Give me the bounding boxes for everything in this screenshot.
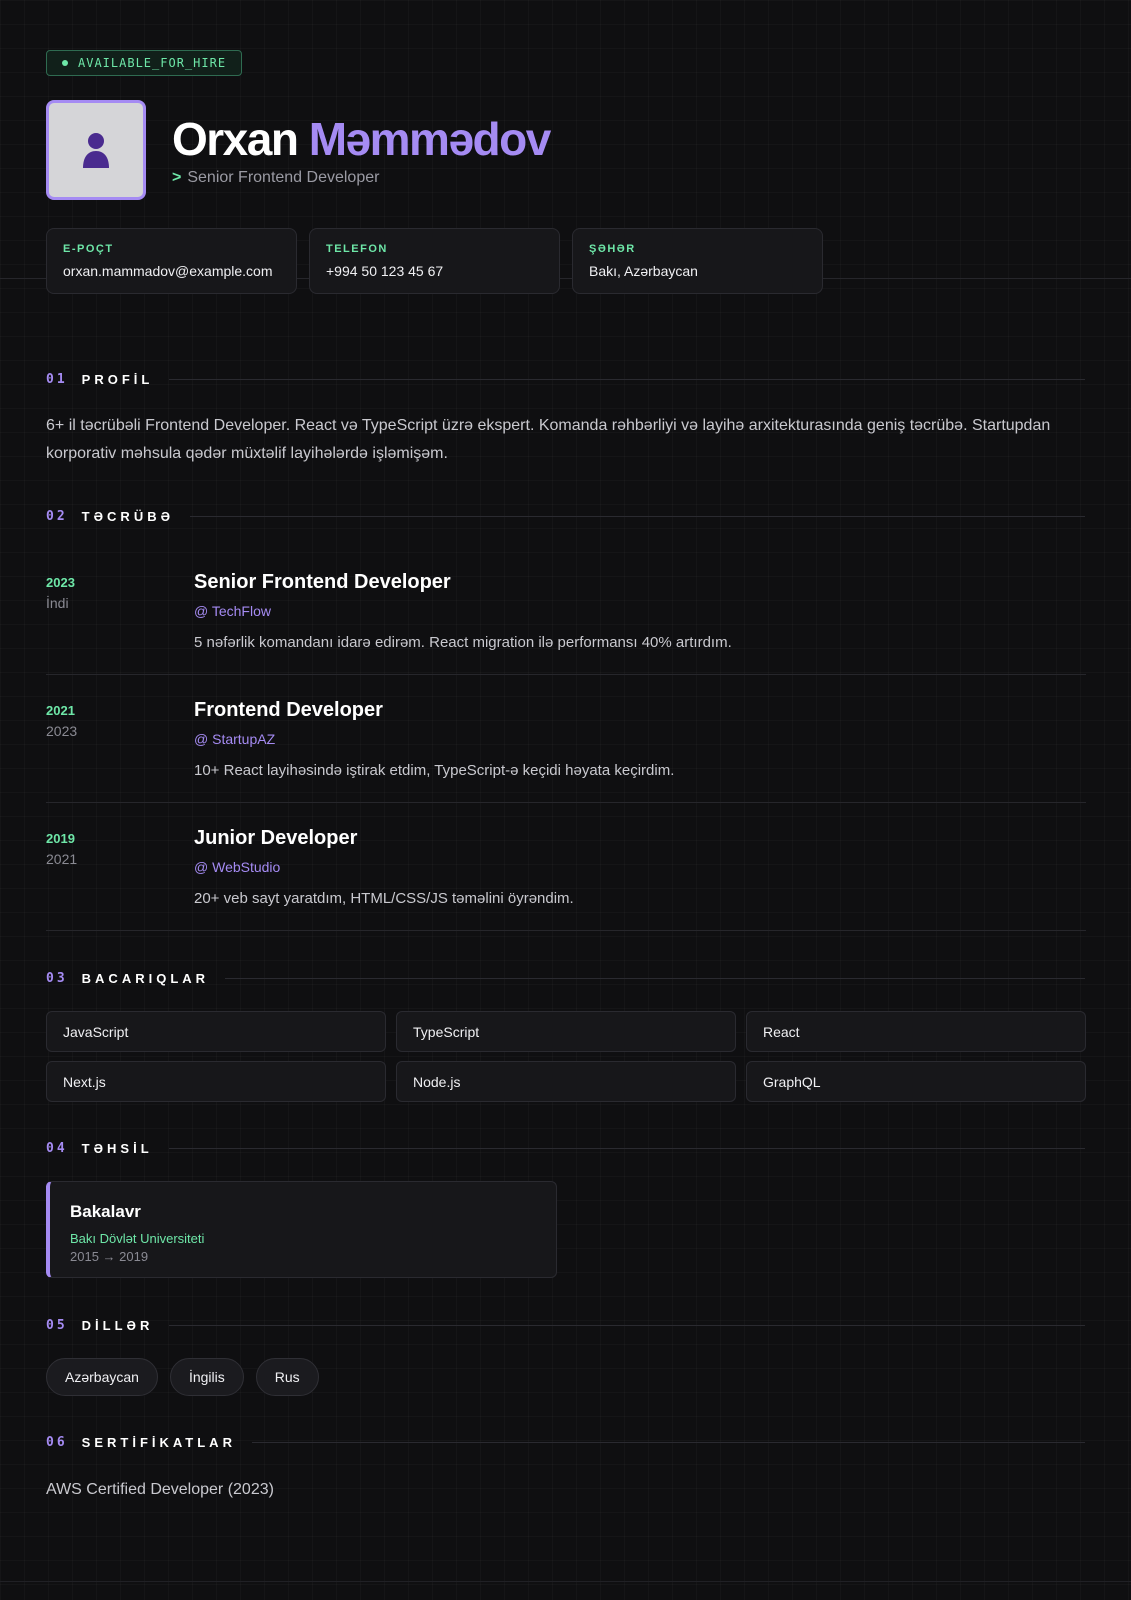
experience-start-year: 2019 (46, 831, 75, 846)
section-number: 02 (46, 509, 68, 524)
section-heading: TƏCRÜBƏ (81, 509, 175, 524)
contact-label: E-POÇT (63, 243, 114, 255)
experience-title: Senior Frontend Developer (194, 571, 451, 593)
section-heading: TƏHSİL (81, 1141, 153, 1156)
experience-description: 5 nəfərlik komandanı idarə edirəm. React… (194, 634, 732, 651)
section-title-languages: 05 DİLLƏR (46, 1318, 1085, 1333)
contact-phone[interactable]: TELEFON +994 50 123 45 67 (309, 228, 560, 294)
section-number: 01 (46, 372, 68, 387)
resume-page: AVAILABLE_FOR_HIRE Orxan Məmmədov > Senio… (0, 0, 1131, 1600)
section-divider (169, 1325, 1085, 1326)
contact-city: ŞƏHƏR Bakı, Azərbaycan (572, 228, 823, 294)
section-heading: BACARIQLAR (81, 971, 210, 986)
full-name: Orxan Məmmədov (172, 113, 552, 165)
experience-start-year: 2021 (46, 703, 75, 718)
experience-company: @ WebStudio (194, 859, 281, 875)
last-name: Məmmədov (308, 113, 552, 165)
role-text: Senior Frontend Developer (187, 169, 380, 186)
experience-item: 2021 2023 Frontend Developer @ StartupAZ… (46, 675, 1086, 803)
skills-grid: JavaScript TypeScript React Next.js Node… (46, 1011, 1086, 1102)
contact-value: Bakı, Azərbaycan (589, 263, 698, 279)
section-title-experience: 02 TƏCRÜBƏ (46, 509, 1085, 524)
status-dot-icon (62, 60, 68, 66)
section-heading: SERTİFİKATLAR (81, 1435, 236, 1450)
education-card: Bakalavr Bakı Dövlət Universiteti 2015 →… (46, 1181, 557, 1278)
section-number: 05 (46, 1318, 68, 1333)
section-heading: PROFİL (81, 372, 154, 387)
section-title-certificates: 06 SERTİFİKATLAR (46, 1435, 1085, 1450)
section-divider (169, 379, 1085, 380)
contact-label: TELEFON (326, 243, 388, 255)
language-list: Azərbaycan İngilis Rus (46, 1358, 319, 1396)
section-divider (251, 1442, 1085, 1443)
experience-item: 2023 İndi Senior Frontend Developer @ Te… (46, 547, 1086, 675)
certificate-item: AWS Certified Developer (2023) (46, 1481, 274, 1498)
section-divider (225, 978, 1085, 979)
language-pill: Azərbaycan (46, 1358, 158, 1396)
job-role: > Senior Frontend Developer (172, 169, 550, 187)
skill-tag: JavaScript (46, 1011, 386, 1052)
section-title-profile: 01 PROFİL (46, 372, 1085, 387)
contact-cards: E-POÇT orxan.mammadov@example.com TELEFO… (46, 228, 1085, 294)
section-title-education: 04 TƏHSİL (46, 1141, 1085, 1156)
profile-summary: 6+ il təcrübəli Frontend Developer. Reac… (46, 417, 1051, 462)
experience-title: Junior Developer (194, 827, 358, 849)
name-block: Orxan Məmmədov > Senior Frontend Develope… (172, 113, 552, 187)
education-school: Bakı Dövlət Universiteti (70, 1231, 205, 1246)
experience-start-year: 2023 (46, 575, 75, 590)
skill-tag: GraphQL (746, 1061, 1086, 1102)
contact-label: ŞƏHƏR (589, 243, 636, 255)
skill-tag: TypeScript (396, 1011, 736, 1052)
contact-email[interactable]: E-POÇT orxan.mammadov@example.com (46, 228, 297, 294)
experience-end-year: 2021 (46, 851, 78, 867)
skill-tag: Next.js (46, 1061, 386, 1102)
experience-company: @ TechFlow (194, 603, 271, 619)
experience-end-year: İndi (46, 595, 69, 611)
user-icon (83, 133, 109, 168)
language-pill: Rus (255, 1358, 319, 1396)
experience-title: Frontend Developer (194, 699, 383, 721)
experience-end-year: 2023 (46, 723, 78, 739)
experience-company: @ StartupAZ (194, 731, 276, 747)
first-name: Orxan (172, 113, 299, 165)
section-number: 03 (46, 971, 68, 986)
experience-description: 10+ React layihəsində iştirak etdim, Typ… (194, 762, 675, 779)
section-number: 04 (46, 1141, 68, 1156)
identity-block: Orxan Məmmədov > Senior Frontend Develope… (46, 100, 1085, 200)
contact-value: +994 50 123 45 67 (326, 263, 444, 279)
availability-badge: AVAILABLE_FOR_HIRE (46, 50, 243, 76)
avatar (46, 100, 146, 200)
education-degree: Bakalavr (70, 1202, 141, 1221)
experience-item: 2019 2021 Junior Developer @ WebStudio 2… (46, 803, 1086, 931)
education-years: 2015 → 2019 (70, 1249, 149, 1264)
skill-tag: React (746, 1011, 1086, 1052)
skill-tag: Node.js (396, 1061, 736, 1102)
language-pill: İngilis (169, 1358, 244, 1396)
section-number: 06 (46, 1435, 68, 1450)
section-title-skills: 03 BACARIQLAR (46, 971, 1085, 986)
resume-header: AVAILABLE_FOR_HIRE Orxan Məmmədov > Senio… (0, 0, 1131, 294)
section-heading: DİLLƏR (81, 1318, 154, 1333)
experience-description: 20+ veb sayt yaratdım, HTML/CSS/JS təməl… (194, 890, 574, 907)
section-divider (190, 516, 1085, 517)
contact-value: orxan.mammadov@example.com (63, 263, 273, 279)
section-divider (168, 1148, 1085, 1149)
prompt-chevron-icon: > (172, 169, 182, 186)
footer-divider (0, 1581, 1131, 1582)
availability-label: AVAILABLE_FOR_HIRE (78, 56, 227, 70)
